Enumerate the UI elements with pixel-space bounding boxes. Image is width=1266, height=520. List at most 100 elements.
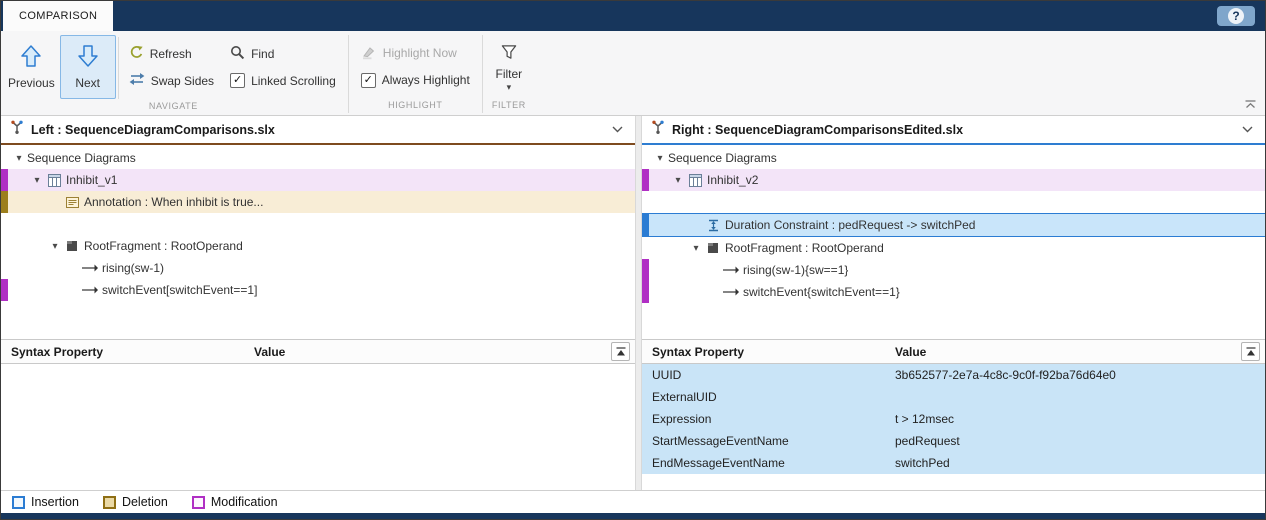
- navigate-section-label: NAVIGATE: [3, 101, 344, 115]
- pane-splitter[interactable]: [635, 116, 642, 490]
- swap-sides-button[interactable]: Swap Sides: [125, 69, 218, 92]
- expand-toggle-icon[interactable]: ▾: [652, 153, 668, 164]
- message-arrow-icon: [81, 285, 99, 295]
- tree-item[interactable]: rising(sw-1): [1, 257, 635, 279]
- right-pane: Right : SequenceDiagramComparisonsEdited…: [642, 116, 1265, 490]
- branch-icon: [10, 120, 24, 139]
- left-property-table-header: Syntax Property Value: [1, 339, 635, 364]
- tab-comparison[interactable]: COMPARISON: [3, 1, 113, 31]
- tree-item-label: RootFragment : RootOperand: [84, 239, 243, 253]
- collapse-toolstrip-button[interactable]: [1245, 100, 1256, 109]
- change-marker: [642, 281, 649, 303]
- search-icon: [230, 45, 245, 63]
- expand-toggle-icon[interactable]: ▾: [47, 241, 63, 252]
- expand-toggle-icon[interactable]: ▾: [688, 243, 704, 254]
- right-tree: ▾Sequence Diagrams▾Inhibit_v2Duration Co…: [642, 145, 1265, 339]
- right-pane-selector-dropdown[interactable]: [1239, 123, 1256, 136]
- status-bar: [1, 513, 1265, 519]
- right-pane-header: Right : SequenceDiagramComparisonsEdited…: [642, 116, 1265, 145]
- change-marker: [1, 169, 8, 191]
- left-pane-title: Left : SequenceDiagramComparisons.slx: [31, 123, 275, 137]
- tree-item-label: Sequence Diagrams: [27, 151, 136, 165]
- refresh-button[interactable]: Refresh: [125, 42, 218, 65]
- highlight-section-label: HIGHLIGHT: [353, 100, 478, 115]
- message-arrow-icon: [81, 263, 99, 273]
- property-row[interactable]: UUID3b652577-2e7a-4c8c-9c0f-f92ba76d64e0: [642, 364, 1265, 386]
- sequence-diagram-icon: [686, 174, 704, 187]
- tree-item[interactable]: ▾ RootFragment : RootOperand: [642, 237, 1265, 259]
- filter-group: Filter ▾ FILTER: [485, 31, 533, 115]
- indent-spacer: [1, 268, 65, 269]
- indent-spacer: [642, 158, 652, 159]
- navigate-group: Previous Next Refresh: [1, 31, 346, 115]
- tree-item-label: RootFragment : RootOperand: [725, 241, 884, 255]
- property-value: t > 12msec: [895, 412, 954, 426]
- tree-item[interactable]: ▾ RootFragment : RootOperand: [1, 235, 635, 257]
- indent-spacer: [642, 248, 688, 249]
- indent-spacer: [1, 246, 47, 247]
- tree-item-label: switchEvent{switchEvent==1}: [743, 285, 900, 299]
- tree-item[interactable]: ▾Sequence Diagrams: [1, 147, 635, 169]
- tree-spacer: [1, 213, 635, 235]
- right-pane-title: Right : SequenceDiagramComparisonsEdited…: [672, 123, 963, 137]
- tree-item[interactable]: ▾Inhibit_v2: [642, 169, 1265, 191]
- tree-item-label: Sequence Diagrams: [668, 151, 777, 165]
- filter-section-label: FILTER: [487, 100, 531, 115]
- message-arrow-icon: [722, 287, 740, 297]
- change-marker: [642, 259, 649, 281]
- property-row[interactable]: ExternalUID: [642, 386, 1265, 408]
- help-icon: ?: [1228, 8, 1244, 24]
- syntax-property-column-header: Syntax Property: [652, 345, 895, 359]
- indent-spacer: [1, 158, 11, 159]
- right-property-table: UUID3b652577-2e7a-4c8c-9c0f-f92ba76d64e0…: [642, 364, 1265, 490]
- tree-item[interactable]: Duration Constraint : pedRequest -> swit…: [642, 213, 1265, 237]
- syntax-property-column-header: Syntax Property: [11, 345, 254, 359]
- property-name: ExternalUID: [652, 390, 895, 404]
- tree-item[interactable]: Annotation : When inhibit is true...: [1, 191, 635, 213]
- collapse-panel-button[interactable]: [611, 342, 630, 361]
- expand-toggle-icon[interactable]: ▾: [11, 153, 27, 164]
- expand-toggle-icon[interactable]: ▾: [670, 175, 686, 186]
- find-button[interactable]: Find: [226, 42, 340, 65]
- change-marker: [1, 191, 8, 213]
- indent-spacer: [1, 290, 65, 291]
- toolstrip-inner-divider: [118, 37, 119, 99]
- toolstrip: Previous Next Refresh: [1, 31, 1265, 116]
- tree-item[interactable]: ▾Sequence Diagrams: [642, 147, 1265, 169]
- filter-button[interactable]: Filter ▾: [487, 36, 531, 98]
- toolstrip-divider: [348, 35, 349, 113]
- property-row[interactable]: StartMessageEventNamepedRequest: [642, 430, 1265, 452]
- property-row[interactable]: EndMessageEventNameswitchPed: [642, 452, 1265, 474]
- property-name: Expression: [652, 412, 895, 426]
- always-highlight-checkbox[interactable]: ✓ Always Highlight: [357, 69, 474, 92]
- annotation-icon: [63, 196, 81, 209]
- previous-label: Previous: [8, 76, 55, 90]
- modification-swatch-icon: [192, 496, 205, 509]
- find-label: Find: [251, 47, 274, 61]
- tree-item-label: Inhibit_v1: [66, 173, 117, 187]
- expand-toggle-icon[interactable]: ▾: [29, 175, 45, 186]
- filter-label: Filter: [495, 67, 522, 81]
- linked-scrolling-checkbox[interactable]: ✓ Linked Scrolling: [226, 69, 340, 92]
- help-button[interactable]: ?: [1217, 6, 1255, 26]
- swap-sides-icon: [129, 72, 145, 89]
- main-area: Left : SequenceDiagramComparisons.slx ▾S…: [1, 116, 1265, 490]
- tree-item-label: switchEvent[switchEvent==1]: [102, 283, 257, 297]
- tree-item[interactable]: ▾ Inhibit_v1: [1, 169, 635, 191]
- highlight-now-button[interactable]: Highlight Now: [357, 42, 474, 65]
- legend-label: Deletion: [122, 495, 168, 509]
- tree-item-label: rising(sw-1): [102, 261, 164, 275]
- tree-item[interactable]: rising(sw-1){sw==1}: [642, 259, 1265, 281]
- next-button[interactable]: Next: [60, 35, 116, 99]
- previous-button[interactable]: Previous: [3, 35, 60, 99]
- property-value: switchPed: [895, 456, 950, 470]
- tree-item[interactable]: switchEvent{switchEvent==1}: [642, 281, 1265, 303]
- legend: InsertionDeletionModification: [1, 490, 1265, 513]
- collapse-panel-button[interactable]: [1241, 342, 1260, 361]
- left-pane-selector-dropdown[interactable]: [609, 123, 626, 136]
- property-row[interactable]: Expressiont > 12msec: [642, 408, 1265, 430]
- tree-item[interactable]: switchEvent[switchEvent==1]: [1, 279, 635, 301]
- tree-item-label: Duration Constraint : pedRequest -> swit…: [725, 218, 975, 232]
- toolstrip-divider: [482, 35, 483, 113]
- highlight-group: Highlight Now ✓ Always Highlight HIGHLIG…: [351, 31, 480, 115]
